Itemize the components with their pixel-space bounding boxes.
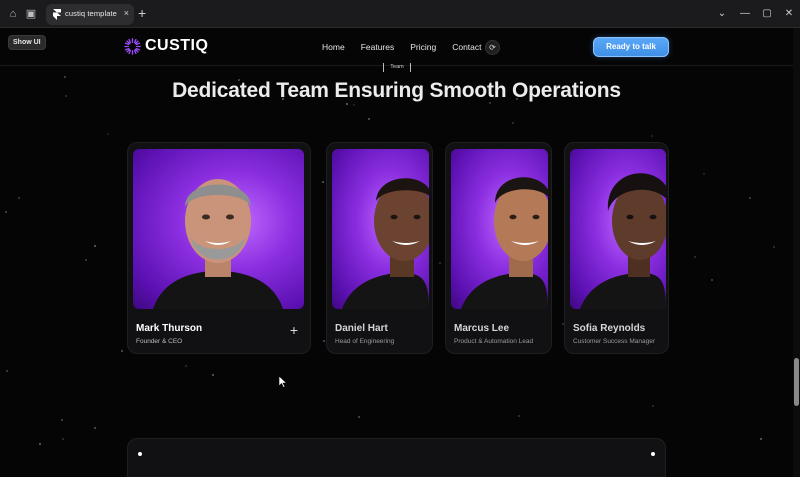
corner-dot: [651, 452, 655, 456]
star-dot: [61, 419, 63, 421]
section-heading: Dedicated Team Ensuring Smooth Operation…: [172, 79, 621, 102]
team-member-name: Daniel Hart: [335, 323, 388, 334]
scrollbar-thumb[interactable]: [794, 358, 799, 406]
nav-link-pricing[interactable]: Pricing: [410, 42, 436, 52]
team-member-photo: [451, 149, 548, 309]
main-menu: Home Features Pricing Contact: [322, 42, 498, 52]
nav-link-features[interactable]: Features: [361, 42, 395, 52]
corner-dot: [138, 452, 142, 456]
brand-name: CUSTIQ: [145, 37, 209, 54]
page-viewport: CUSTIQ Home Features Pricing Contact ⟳ R…: [0, 28, 800, 477]
star-dot: [322, 181, 324, 183]
star-dot: [749, 197, 751, 199]
star-dot: [368, 118, 370, 120]
page-scrollbar[interactable]: [793, 28, 800, 477]
expand-plus-icon[interactable]: +: [290, 323, 298, 337]
show-ui-button[interactable]: Show UI: [8, 35, 46, 50]
team-member-name: Mark Thurson: [136, 323, 203, 334]
next-section-panel: [127, 438, 666, 477]
mouse-cursor-icon: [279, 376, 287, 388]
team-card-mark-thurson[interactable]: Mark Thurson Founder & CEO +: [127, 142, 311, 354]
sunburst-logo-icon: [124, 37, 141, 55]
new-tab-button[interactable]: +: [138, 6, 146, 20]
star-dot: [439, 262, 441, 264]
team-card-sofia-reynolds[interactable]: Sofia Reynolds Customer Success Manager: [564, 142, 669, 354]
star-dot: [212, 374, 214, 376]
framer-icon: [53, 9, 61, 20]
brand-logo[interactable]: CUSTIQ: [124, 37, 208, 55]
browser-chrome: ⌂ ▣ custiq template × + ⌄ — ▢ ✕: [0, 0, 800, 28]
star-dot: [39, 443, 41, 445]
team-member-role: Head of Engineering: [335, 338, 395, 345]
site-navbar: CUSTIQ Home Features Pricing Contact ⟳ R…: [0, 28, 793, 66]
star-dot: [703, 173, 705, 175]
maximize-button[interactable]: ▢: [761, 8, 773, 20]
star-dot: [64, 76, 66, 78]
team-member-photo: [332, 149, 429, 309]
team-member-photo: [133, 149, 304, 309]
section-tag: Team: [383, 63, 411, 72]
team-member-name: Marcus Lee: [454, 323, 510, 334]
star-dot: [107, 133, 109, 135]
close-tab-icon[interactable]: ×: [124, 8, 129, 18]
star-dot: [62, 438, 64, 440]
minimize-button[interactable]: —: [739, 8, 751, 20]
team-member-name: Sofia Reynolds: [573, 323, 646, 334]
nav-link-contact[interactable]: Contact: [452, 42, 481, 52]
star-dot: [346, 103, 348, 105]
team-member-photo: [570, 149, 666, 309]
team-member-role: Founder & CEO: [136, 338, 183, 345]
nav-link-home[interactable]: Home: [322, 42, 345, 52]
star-dot: [185, 365, 187, 367]
tab-title: custiq template: [65, 9, 117, 18]
star-dot: [94, 427, 96, 429]
star-dot: [711, 279, 713, 281]
star-dot: [773, 246, 775, 248]
team-member-role: Product & Automation Lead: [454, 338, 534, 345]
star-dot: [694, 256, 696, 258]
team-member-role: Customer Success Manager: [573, 338, 656, 345]
refresh-icon[interactable]: ⟳: [485, 40, 500, 55]
star-dot: [353, 104, 355, 106]
team-card-daniel-hart[interactable]: Daniel Hart Head of Engineering: [326, 142, 433, 354]
star-dot: [85, 259, 87, 261]
star-dot: [94, 245, 96, 247]
star-dot: [512, 122, 514, 124]
star-dot: [323, 340, 325, 342]
star-dot: [652, 405, 654, 407]
ready-to-talk-button[interactable]: Ready to talk: [593, 37, 669, 57]
star-dot: [760, 438, 762, 440]
star-dot: [358, 416, 360, 418]
team-card-marcus-lee[interactable]: Marcus Lee Product & Automation Lead: [445, 142, 552, 354]
close-window-button[interactable]: ✕: [783, 8, 795, 20]
star-dot: [5, 211, 7, 213]
star-dot: [6, 370, 8, 372]
extensions-icon[interactable]: ▣: [24, 7, 38, 21]
home-icon[interactable]: ⌂: [6, 7, 20, 21]
star-dot: [121, 350, 123, 352]
browser-tab[interactable]: custiq template ×: [46, 4, 134, 25]
star-dot: [518, 415, 520, 417]
star-dot: [651, 135, 653, 137]
star-dot: [18, 197, 20, 199]
tab-search-icon[interactable]: ⌄: [716, 8, 728, 20]
